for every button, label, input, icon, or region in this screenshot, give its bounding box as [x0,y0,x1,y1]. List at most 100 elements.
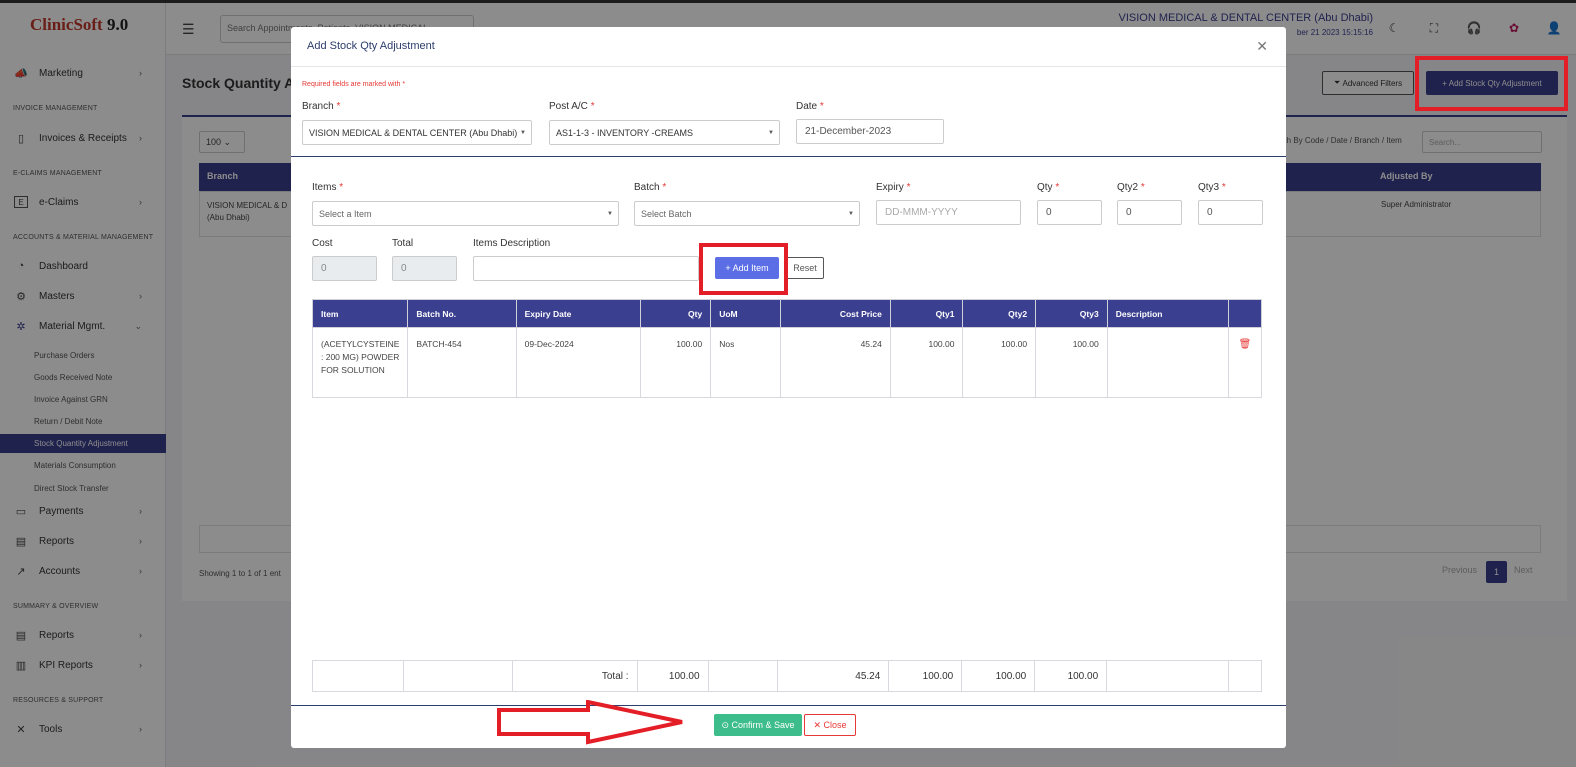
post-ac-value: AS1-1-3 - INVENTORY -CREAMS [556,128,694,138]
totals-table: Total : 100.00 45.24 100.00 100.00 100.0… [312,660,1263,692]
th-qty1: Qty1 [889,299,964,328]
total-input: 0 [392,256,457,281]
total-cost: 45.24 [777,660,890,692]
th-expiry: Expiry Date [515,299,641,328]
qty3-label: Qty3 * [1198,182,1226,193]
close-button[interactable]: ✕ Close [804,714,856,736]
required-star: * [336,101,341,112]
annotation-highlight-add-item [699,243,788,295]
qty-label-text: Qty [1037,182,1053,193]
cell-cost: 45.24 [779,327,891,398]
items-description-label: Items Description [473,238,551,249]
modal-header: Add Stock Qty Adjustment ✕ [291,27,1286,67]
th-item: Item [311,299,409,328]
branch-select[interactable]: VISION MEDICAL & DENTAL CENTER (Abu Dhab… [302,120,532,145]
date-input[interactable]: 21-December-2023 [796,119,944,144]
qty3-label-text: Qty3 [1198,182,1220,193]
trash-icon[interactable]: 🗑 [1239,339,1252,350]
post-ac-select[interactable]: AS1-1-3 - INVENTORY -CREAMS ▼ [549,120,780,145]
qty2-input[interactable]: 0 [1117,200,1182,225]
required-star: * [339,182,344,193]
cell-qty3: 100.00 [1035,327,1108,398]
total-qty2: 100.00 [961,660,1036,692]
th-cost: Cost Price [779,299,891,328]
required-star: * [1221,182,1226,193]
th-uom: UoM [710,299,781,328]
cell-actions: 🗑 [1227,327,1263,398]
totals-row: Total : 100.00 45.24 100.00 100.00 100.0… [312,660,1263,692]
totals-label: Total : [511,660,638,692]
batch-select[interactable]: Select Batch ▼ [634,201,860,226]
items-label: Items * [312,182,343,193]
caret-down-icon: ▼ [848,211,854,217]
required-note: Required fields are marked with * [302,81,406,88]
caret-down-icon: ▼ [520,130,526,136]
items-description-input[interactable] [473,256,699,281]
tot-empty-4 [1106,660,1229,692]
date-label: Date * [796,101,824,112]
branch-value: VISION MEDICAL & DENTAL CENTER (Abu Dhab… [309,128,518,138]
post-ac-label: Post A/C * [549,101,595,112]
tot-empty-3 [707,660,779,692]
caret-down-icon: ▼ [607,211,613,217]
items-select[interactable]: Select a Item ▼ [312,201,619,226]
cell-expiry: 09-Dec-2024 [515,327,641,398]
table-header-row: Item Batch No. Expiry Date Qty UoM Cost … [311,299,1263,328]
add-stock-qty-modal: Add Stock Qty Adjustment ✕ Required fiel… [291,27,1286,748]
required-star: * [590,101,595,112]
qty3-input[interactable]: 0 [1198,200,1263,225]
tot-empty-5 [1227,660,1263,692]
items-table: Item Batch No. Expiry Date Qty UoM Cost … [311,299,1263,398]
th-qty: Qty [639,299,712,328]
cell-item: (ACETYLCYSTEINE : 200 MG) POWDER FOR SOL… [311,327,409,398]
cost-label: Cost [312,238,333,249]
required-star: * [662,182,667,193]
expiry-label-text: Expiry [876,182,904,193]
tot-empty-1 [312,660,404,692]
required-star: * [819,101,824,112]
batch-placeholder: Select Batch [641,209,692,219]
th-qty3: Qty3 [1035,299,1108,328]
close-icon[interactable]: ✕ [1256,38,1268,55]
batch-label: Batch * [634,182,666,193]
th-qty2: Qty2 [962,299,1037,328]
caret-down-icon: ▼ [768,130,774,136]
close-label: Close [823,720,847,730]
batch-label-text: Batch [634,182,660,193]
branch-label: Branch * [302,101,340,112]
qty-input[interactable]: 0 [1037,200,1102,225]
branch-label-text: Branch [302,101,334,112]
th-batch: Batch No. [407,299,517,328]
confirm-label: Confirm & Save [731,720,795,730]
date-label-text: Date [796,101,818,112]
modal-title: Add Stock Qty Adjustment [307,40,435,52]
total-label: Total [392,238,414,249]
cell-qty: 100.00 [639,327,712,398]
qty2-label-text: Qty2 [1117,182,1139,193]
items-placeholder: Select a Item [319,209,372,219]
tot-empty-2 [402,660,513,692]
required-star: * [1055,182,1060,193]
post-ac-label-text: Post A/C [549,101,588,112]
cell-qty1: 100.00 [889,327,964,398]
th-actions [1227,299,1263,328]
table-row: (ACETYLCYSTEINE : 200 MG) POWDER FOR SOL… [311,327,1263,398]
items-label-text: Items [312,182,337,193]
cell-qty2: 100.00 [962,327,1037,398]
reset-button[interactable]: Reset [786,257,824,279]
annotation-highlight-add-button [1415,56,1568,111]
check-circle-icon: ⊙ [721,719,732,730]
annotation-arrow [497,700,683,745]
confirm-save-button[interactable]: ⊙ Confirm & Save [714,714,802,736]
cell-uom: Nos [710,327,781,398]
footer-divider [291,705,1286,706]
qty-label: Qty * [1037,182,1059,193]
cell-description [1106,327,1229,398]
expiry-input[interactable]: DD-MMM-YYYY [876,200,1021,225]
section-divider [291,156,1286,157]
x-icon: ✕ [813,719,824,730]
total-qty1: 100.00 [888,660,963,692]
cell-batch: BATCH-454 [407,327,517,398]
total-qty3: 100.00 [1034,660,1108,692]
expiry-label: Expiry * [876,182,910,193]
